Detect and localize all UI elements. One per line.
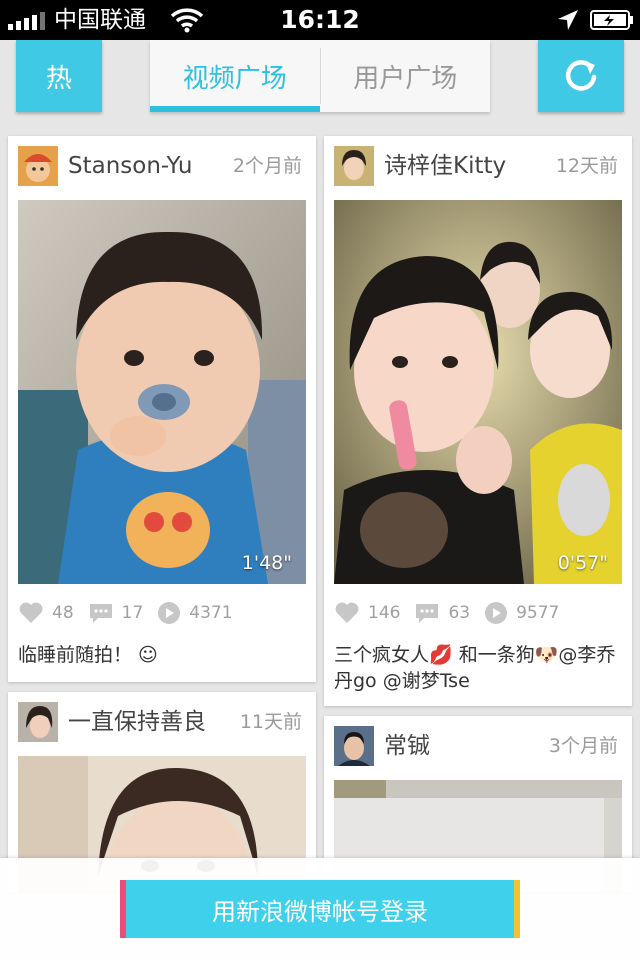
refresh-icon — [565, 60, 597, 91]
tab-user-square[interactable]: 用户广场 — [321, 40, 491, 112]
video-card[interactable]: Stanson-Yu 2个月前 1'48" 48 17 4371 临睡前随拍！ … — [8, 136, 316, 682]
video-thumbnail[interactable]: 1'48" — [18, 200, 306, 584]
bottom-bar: 用新浪微博帐号登录 — [0, 858, 640, 960]
video-caption: 三个疯女人💋 和一条狗🐶@李乔丹go @谢梦Tse — [334, 644, 616, 692]
comment-icon — [89, 604, 112, 623]
avatar[interactable] — [18, 146, 58, 186]
card-stats: 146 63 9577 — [334, 598, 622, 628]
post-time: 3个月前 — [548, 735, 618, 757]
heart-icon — [335, 602, 359, 623]
video-duration: 0'57" — [557, 552, 608, 574]
status-bar: 中国联通 16:12 — [0, 0, 640, 40]
tab-user-square-label: 用户广场 — [353, 63, 458, 94]
weibo-login-label: 用新浪微博帐号登录 — [212, 897, 428, 926]
card-header: Stanson-Yu 2个月前 — [18, 146, 306, 186]
refresh-button[interactable] — [538, 40, 624, 112]
clock: 16:12 — [280, 5, 360, 34]
tab-bar: 视频广场 用户广场 — [150, 40, 490, 112]
like-count: 48 — [52, 603, 74, 623]
tab-video-square-label: 视频广场 — [182, 63, 287, 94]
location-arrow-icon — [556, 8, 580, 36]
play-icon — [158, 602, 181, 624]
comment-count: 17 — [121, 603, 144, 623]
play-count: 9577 — [516, 603, 560, 623]
video-duration: 1'48" — [241, 552, 292, 574]
card-header: 诗梓佳Kitty 12天前 — [334, 146, 622, 186]
post-time: 11天前 — [239, 711, 302, 733]
username[interactable]: 一直保持善良 — [68, 706, 206, 738]
hot-button[interactable]: 热 — [16, 40, 102, 112]
card-header: 常铖 3个月前 — [334, 726, 622, 766]
avatar[interactable] — [334, 726, 374, 766]
username[interactable]: Stanson-Yu — [68, 150, 192, 182]
weibo-login-button[interactable]: 用新浪微博帐号登录 — [120, 880, 520, 938]
like-count: 146 — [368, 603, 401, 623]
play-stat: 9577 — [484, 601, 559, 625]
username[interactable]: 诗梓佳Kitty — [384, 150, 506, 182]
card-stats: 48 17 4371 — [18, 598, 306, 628]
play-stat: 4371 — [157, 601, 233, 625]
post-time: 12天前 — [555, 155, 618, 177]
video-caption: 临睡前随拍！ ☺ — [18, 644, 158, 666]
avatar[interactable] — [334, 146, 374, 186]
card-header: 一直保持善良 11天前 — [18, 702, 306, 742]
play-icon — [485, 602, 508, 624]
battery-icon — [590, 10, 634, 30]
play-count: 4371 — [189, 603, 233, 623]
comment-stat[interactable]: 17 — [88, 601, 144, 625]
comment-count: 63 — [448, 603, 471, 623]
comment-icon — [416, 604, 439, 623]
like-stat[interactable]: 146 — [334, 601, 400, 625]
comment-stat[interactable]: 63 — [414, 601, 470, 625]
tab-video-square[interactable]: 视频广场 — [150, 40, 320, 112]
like-stat[interactable]: 48 — [18, 601, 74, 625]
hot-label: 热 — [45, 63, 72, 94]
username[interactable]: 常铖 — [384, 730, 430, 762]
video-thumbnail[interactable]: 0'57" — [334, 200, 622, 584]
heart-icon — [19, 602, 43, 623]
video-card[interactable]: 诗梓佳Kitty 12天前 0'57" 146 63 9577 三个疯女人💋 和… — [324, 136, 632, 706]
post-time: 2个月前 — [232, 155, 302, 177]
avatar[interactable] — [18, 702, 58, 742]
